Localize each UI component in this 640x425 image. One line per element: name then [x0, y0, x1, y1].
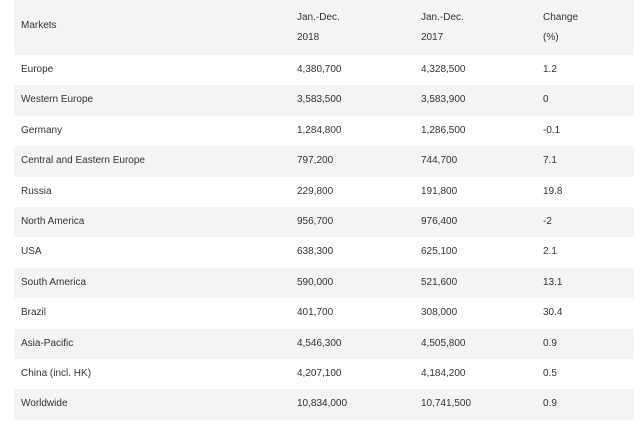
cell-market: Central and Eastern Europe — [21, 155, 145, 167]
table-row: South America 590,000 521,600 13.1 — [14, 267, 634, 299]
cell-market: China (incl. HK) — [21, 367, 92, 379]
cell-2017: 10,741,500 — [421, 398, 472, 410]
table-row: Brazil 401,700 308,000 30.4 — [14, 298, 634, 328]
table-row: Germany 1,284,800 1,286,500 -0.1 — [14, 116, 634, 146]
cell-2018: 10,834,000 — [297, 398, 348, 410]
cell-market: Russia — [21, 185, 52, 197]
cell-2018: 797,200 — [297, 155, 334, 167]
table-row: Asia-Pacific 4,546,300 4,505,800 0.9 — [14, 328, 634, 359]
table-header: Markets Jan.-Dec. 2018 Jan.-Dec. 2017 Ch… — [14, 0, 634, 55]
cell-2018: 4,207,100 — [297, 367, 342, 379]
cell-2017: 1,286,500 — [421, 124, 466, 136]
cell-market: Europe — [21, 64, 54, 75]
cell-2018: 4,380,700 — [297, 64, 342, 75]
cell-2017: 3,583,900 — [421, 94, 466, 106]
table-row: Worldwide 10,834,000 10,741,500 0.9 — [14, 389, 634, 420]
cell-2017: 308,000 — [421, 307, 458, 319]
table-row: China (incl. HK) 4,207,100 4,184,200 0.5 — [14, 359, 634, 389]
header-2017: Jan.-Dec. 2017 — [421, 8, 464, 48]
cell-market: Asia-Pacific — [21, 337, 74, 349]
cell-change: 19.8 — [543, 185, 563, 197]
header-2017-line2: 2017 — [421, 32, 444, 43]
cell-change: -2 — [543, 215, 552, 227]
cell-market: South America — [21, 276, 87, 288]
cell-2018: 4,546,300 — [297, 337, 342, 349]
cell-2017: 191,800 — [421, 185, 458, 197]
table-body: Europe 4,380,700 4,328,500 1.2 Western Europ… — [14, 55, 634, 420]
cell-change: 0 — [543, 94, 549, 106]
table-row: Europe 4,380,700 4,328,500 1.2 — [14, 55, 634, 85]
cell-2018: 1,284,800 — [297, 124, 342, 136]
cell-2017: 4,328,500 — [421, 64, 466, 75]
header-change: Change (%) — [543, 8, 578, 48]
cell-change: 0.9 — [543, 398, 557, 410]
cell-2017: 521,600 — [421, 276, 458, 288]
cell-change: 13.1 — [543, 276, 563, 288]
cell-2018: 3,583,500 — [297, 94, 342, 106]
cell-change: 1.2 — [543, 64, 557, 75]
cell-2017: 4,505,800 — [421, 337, 466, 349]
cell-2018: 956,700 — [297, 215, 334, 227]
cell-change: 2.1 — [543, 246, 557, 258]
table-row: Central and Eastern Europe 797,200 744,700… — [14, 146, 634, 177]
cell-market: Germany — [21, 124, 63, 136]
cell-market: Brazil — [21, 307, 47, 319]
cell-2017: 976,400 — [421, 215, 458, 227]
table-row: Russia 229,800 191,800 19.8 — [14, 177, 634, 207]
cell-change: 0.9 — [543, 337, 557, 349]
cell-2018: 229,800 — [297, 185, 334, 197]
cell-market: Western Europe — [21, 94, 94, 106]
header-markets: Markets — [21, 20, 57, 31]
cell-2018: 638,300 — [297, 246, 334, 258]
cell-2017: 744,700 — [421, 155, 458, 167]
cell-2018: 401,700 — [297, 307, 334, 319]
table-row: North America 956,700 976,400 -2 — [14, 206, 634, 238]
header-2018-line2: 2018 — [297, 32, 320, 43]
cell-market: USA — [21, 246, 42, 258]
cell-2017: 4,184,200 — [421, 367, 466, 379]
cell-change: 0.5 — [543, 367, 557, 379]
cell-change: -0.1 — [543, 124, 561, 136]
cell-market: Worldwide — [21, 398, 68, 410]
cell-2017: 625,100 — [421, 246, 458, 258]
cell-2018: 590,000 — [297, 276, 334, 288]
header-2018-line1: Jan.-Dec. — [297, 12, 340, 23]
header-change-line2: (%) — [543, 32, 559, 43]
table-row: USA 638,300 625,100 2.1 — [14, 237, 634, 267]
table-row: Western Europe 3,583,500 3,583,900 0 — [14, 85, 634, 116]
cell-change: 30.4 — [543, 307, 563, 319]
cell-change: 7.1 — [543, 155, 557, 167]
header-change-line1: Change — [543, 12, 579, 23]
header-2018: Jan.-Dec. 2018 — [297, 8, 340, 48]
cell-market: North America — [21, 215, 85, 227]
header-2017-line1: Jan.-Dec. — [421, 12, 464, 23]
markets-table: Markets Jan.-Dec. 2018 Jan.-Dec. 2017 Ch… — [14, 0, 634, 420]
